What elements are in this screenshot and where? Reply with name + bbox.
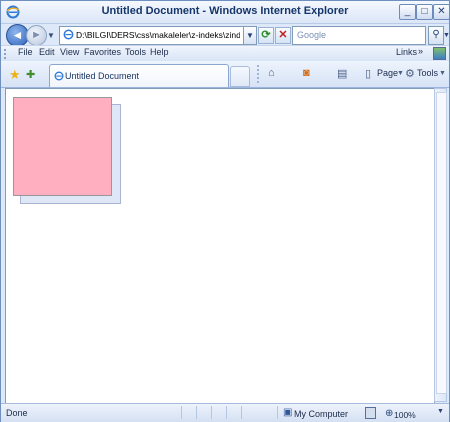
search-placeholder: Google <box>297 30 327 40</box>
front-layer-box <box>13 97 112 196</box>
tools-menu-button[interactable]: Tools <box>417 68 438 78</box>
tab-bar: ★ ✚ Untitled Document ⌂ ◙ ▤ ▯ Page ▼ ⚙ T… <box>1 61 449 88</box>
recent-pages-dropdown-icon[interactable]: ▼ <box>47 31 55 40</box>
status-cell <box>181 406 196 419</box>
print-icon[interactable]: ▤ <box>337 67 347 80</box>
title-bar: Untitled Document - Windows Internet Exp… <box>1 1 450 24</box>
status-cell <box>226 406 241 419</box>
links-chevron-icon[interactable]: » <box>418 46 423 56</box>
status-cell <box>241 406 256 419</box>
menu-bar: File Edit View Favorites Tools Help Link… <box>1 45 449 62</box>
ie-page-icon <box>54 71 64 81</box>
menu-grip[interactable] <box>4 49 8 59</box>
menu-item-tools[interactable]: Tools <box>125 47 146 57</box>
address-url: D:\BILGI\DERS\css\makaleler\z-indeks\zin… <box>76 30 240 40</box>
new-tab-button[interactable] <box>230 66 250 87</box>
zoom-dropdown-icon[interactable]: ▼ <box>437 408 444 415</box>
menu-item-file[interactable]: File <box>18 47 33 57</box>
menu-item-edit[interactable]: Edit <box>39 47 55 57</box>
address-dropdown-icon[interactable]: ▼ <box>243 26 257 45</box>
my-computer-icon: ▣ <box>283 407 293 418</box>
add-to-favorites-icon[interactable]: ✚ <box>26 68 35 81</box>
feeds-icon[interactable]: ◙ <box>303 67 310 79</box>
page-menu-dropdown-icon[interactable]: ▼ <box>397 70 404 77</box>
vertical-scrollbar[interactable] <box>434 88 447 402</box>
maximize-button[interactable]: □ <box>416 4 433 20</box>
menu-item-favorites[interactable]: Favorites <box>84 47 121 57</box>
address-field[interactable]: D:\BILGI\DERS\css\makaleler\z-indeks\zin… <box>59 26 244 45</box>
menu-item-view[interactable]: View <box>60 47 79 57</box>
status-bar: Done ▣ My Computer ⊕ 100% ▼ <box>1 403 449 422</box>
browser-window: Untitled Document - Windows Internet Exp… <box>0 0 450 422</box>
forward-button[interactable]: ► <box>26 25 47 46</box>
search-input[interactable]: Google <box>292 26 426 45</box>
close-button[interactable]: ✕ <box>433 4 450 20</box>
status-cell <box>196 406 211 419</box>
status-cell <box>211 406 226 419</box>
scrollbar-thumb[interactable] <box>436 92 447 394</box>
msn-icon[interactable] <box>433 47 446 60</box>
zoom-level[interactable]: 100% <box>394 410 416 420</box>
page-icon[interactable]: ▯ <box>365 67 371 80</box>
toolbar-separator <box>257 65 260 83</box>
tools-gear-icon[interactable]: ⚙ <box>405 67 415 80</box>
page-content <box>5 88 435 404</box>
search-options-dropdown-icon[interactable]: ▼ <box>443 32 450 39</box>
tools-menu-dropdown-icon[interactable]: ▼ <box>439 70 446 77</box>
page-menu-button[interactable]: Page <box>377 68 398 78</box>
minimize-button[interactable]: _ <box>399 4 416 20</box>
refresh-icon[interactable]: ⟳ <box>258 27 274 44</box>
protected-mode-icon[interactable] <box>365 407 376 419</box>
favorites-center-icon[interactable]: ★ <box>9 67 21 83</box>
ie-page-icon <box>63 29 74 40</box>
zoom-icon[interactable]: ⊕ <box>385 408 393 419</box>
status-text: Done <box>6 408 28 418</box>
security-zone-label: My Computer <box>294 409 349 419</box>
window-title: Untitled Document - Windows Internet Exp… <box>101 5 349 17</box>
address-toolbar: ◄ ► ▼ D:\BILGI\DERS\css\makaleler\z-inde… <box>1 23 450 47</box>
tab-label: Untitled Document <box>65 71 140 81</box>
search-icon[interactable]: ⚲ <box>428 26 444 45</box>
stop-icon[interactable]: ✕ <box>275 27 291 44</box>
tab-untitled-document[interactable]: Untitled Document <box>49 64 229 87</box>
home-icon[interactable]: ⌂ <box>268 67 275 79</box>
links-toolbar-label[interactable]: Links <box>396 47 417 57</box>
menu-item-help[interactable]: Help <box>150 47 169 57</box>
